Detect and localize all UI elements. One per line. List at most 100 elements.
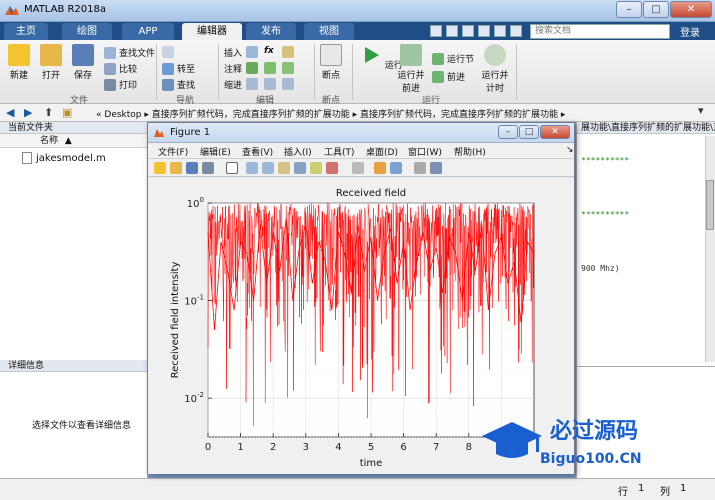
separator: [156, 44, 157, 100]
paste-icon[interactable]: [478, 25, 490, 37]
run-section-button[interactable]: 运行节: [432, 52, 474, 65]
dock-arrow-icon[interactable]: ↘: [566, 145, 574, 155]
window-title: MATLAB R2018a: [24, 4, 107, 15]
search-input[interactable]: 搜索文档: [530, 24, 670, 39]
save-icon[interactable]: [186, 162, 198, 174]
advance-button[interactable]: 前进: [432, 70, 465, 83]
link-icon[interactable]: [352, 162, 364, 174]
breadcrumb-item[interactable]: Desktop: [104, 110, 141, 120]
up-folder-icon[interactable]: ⬆: [44, 106, 53, 119]
run-section-icon: [432, 52, 444, 65]
print-icon[interactable]: [202, 162, 214, 174]
col-value: 1: [680, 483, 687, 494]
maximize-button[interactable]: □: [643, 1, 669, 18]
column-header-name[interactable]: 名称 ▲: [0, 134, 147, 148]
comment-on-tool[interactable]: [246, 62, 261, 74]
increase-indent-tool[interactable]: [264, 78, 279, 90]
menu-edit[interactable]: 编辑(E): [200, 145, 231, 158]
menu-view[interactable]: 查看(V): [242, 145, 273, 158]
menu-insert[interactable]: 插入(I): [284, 145, 312, 158]
menu-desktop[interactable]: 桌面(D): [366, 145, 398, 158]
menu-help[interactable]: 帮助(H): [454, 145, 486, 158]
code-line[interactable]: 900 Mhz): [581, 264, 620, 273]
breakpoints-button[interactable]: 断点: [320, 44, 342, 81]
dock-figure-icon[interactable]: [430, 162, 442, 174]
tab-publish[interactable]: 发布: [246, 23, 296, 40]
file-item[interactable]: jakesmodel.m: [22, 152, 106, 164]
goto-button[interactable]: 转至: [162, 62, 195, 75]
wrap-comment-tool[interactable]: [264, 62, 279, 74]
save-button[interactable]: 保存: [72, 44, 94, 81]
tab-apps[interactable]: APP: [122, 23, 174, 40]
goto-icon: [162, 62, 174, 75]
open-button[interactable]: 打开: [40, 44, 62, 81]
zoom-out-icon[interactable]: [262, 162, 274, 174]
current-folder-panel: 当前文件夹 名称 ▲ jakesmodel.m 详细信息 选择文件以查看详细信息: [0, 122, 148, 478]
close-button[interactable]: ✕: [540, 125, 570, 139]
save-icon[interactable]: [430, 25, 442, 37]
chevron-down-icon[interactable]: ▾: [698, 104, 704, 117]
run-time-button[interactable]: 运行并 计时: [480, 44, 510, 94]
brush-icon[interactable]: [326, 162, 338, 174]
pan-icon[interactable]: [278, 162, 290, 174]
tab-editor[interactable]: 编辑器: [182, 23, 242, 40]
zoom-in-icon[interactable]: [246, 162, 258, 174]
find-files-button[interactable]: 查找文件: [104, 46, 155, 59]
data-cursor-icon[interactable]: [310, 162, 322, 174]
x-tick-label: 4: [335, 442, 341, 453]
copy-icon[interactable]: [462, 25, 474, 37]
new-figure-icon[interactable]: [154, 162, 166, 174]
scrollbar-thumb[interactable]: [706, 180, 714, 230]
find-button[interactable]: 查找: [162, 78, 195, 91]
smart-indent-tool[interactable]: [246, 78, 261, 90]
login-link[interactable]: 登录: [680, 24, 700, 39]
y-tick-label: 100: [187, 196, 204, 210]
search-icon: [162, 78, 174, 91]
matlab-logo-icon: [5, 6, 19, 15]
breadcrumb-item[interactable]: 直接序列扩频代码，完成直接序列扩频的扩展功能: [360, 110, 558, 120]
indent-button[interactable]: 缩进: [224, 78, 242, 91]
y-tick-label: 10-1: [184, 294, 204, 308]
code-line[interactable]: **********: [581, 210, 629, 219]
help-icon[interactable]: [510, 25, 522, 37]
tab-plots[interactable]: 绘图: [62, 23, 112, 40]
undo-icon[interactable]: [494, 25, 506, 37]
insert-button[interactable]: 插入: [224, 46, 242, 59]
menu-file[interactable]: 文件(F): [158, 145, 188, 158]
breadcrumb-item[interactable]: 直接序列扩频代码，完成直接序列扩频的扩展功能: [152, 110, 350, 120]
scrollbar[interactable]: [705, 136, 715, 362]
new-button[interactable]: 新建: [8, 44, 30, 81]
close-button[interactable]: ✕: [670, 1, 712, 18]
open-icon[interactable]: [170, 162, 182, 174]
browse-folder-icon[interactable]: ▣: [62, 106, 72, 119]
decrease-indent-tool[interactable]: [282, 78, 297, 90]
maximize-button[interactable]: □: [519, 125, 539, 139]
comment-button[interactable]: 注释: [224, 62, 242, 75]
cut-icon[interactable]: [446, 25, 458, 37]
fx-tool[interactable]: fx: [264, 46, 274, 56]
forward-arrow-icon[interactable]: ▶: [24, 106, 32, 119]
y-axis-label: Received field intensity: [170, 262, 181, 379]
colorbar-icon[interactable]: [374, 162, 386, 174]
editor-tab[interactable]: 展功能\直接序列扩频的扩展功能\直...: [577, 122, 715, 134]
uncomment-tool[interactable]: [282, 62, 297, 74]
legend-icon[interactable]: [390, 162, 402, 174]
rotate-icon[interactable]: [294, 162, 306, 174]
minimize-button[interactable]: –: [616, 1, 642, 18]
row-value: 1: [638, 483, 645, 494]
pointer-icon[interactable]: [226, 162, 238, 174]
nav-back-tool[interactable]: [162, 46, 177, 58]
insert-section-tool[interactable]: [246, 46, 261, 58]
compare-button[interactable]: 比较: [104, 62, 137, 75]
minimize-button[interactable]: –: [498, 125, 518, 139]
run-advance-button[interactable]: 运行并 前进: [396, 44, 426, 94]
print-button[interactable]: 打印: [104, 78, 137, 91]
back-arrow-icon[interactable]: ◀: [6, 106, 14, 119]
hide-tools-icon[interactable]: [414, 162, 426, 174]
menu-window[interactable]: 窗口(W): [408, 145, 442, 158]
code-line[interactable]: **********: [581, 156, 629, 165]
insert-function-tool[interactable]: [282, 46, 297, 58]
menu-tools[interactable]: 工具(T): [324, 145, 355, 158]
tab-home[interactable]: 主页: [4, 23, 48, 40]
tab-view[interactable]: 视图: [304, 23, 354, 40]
